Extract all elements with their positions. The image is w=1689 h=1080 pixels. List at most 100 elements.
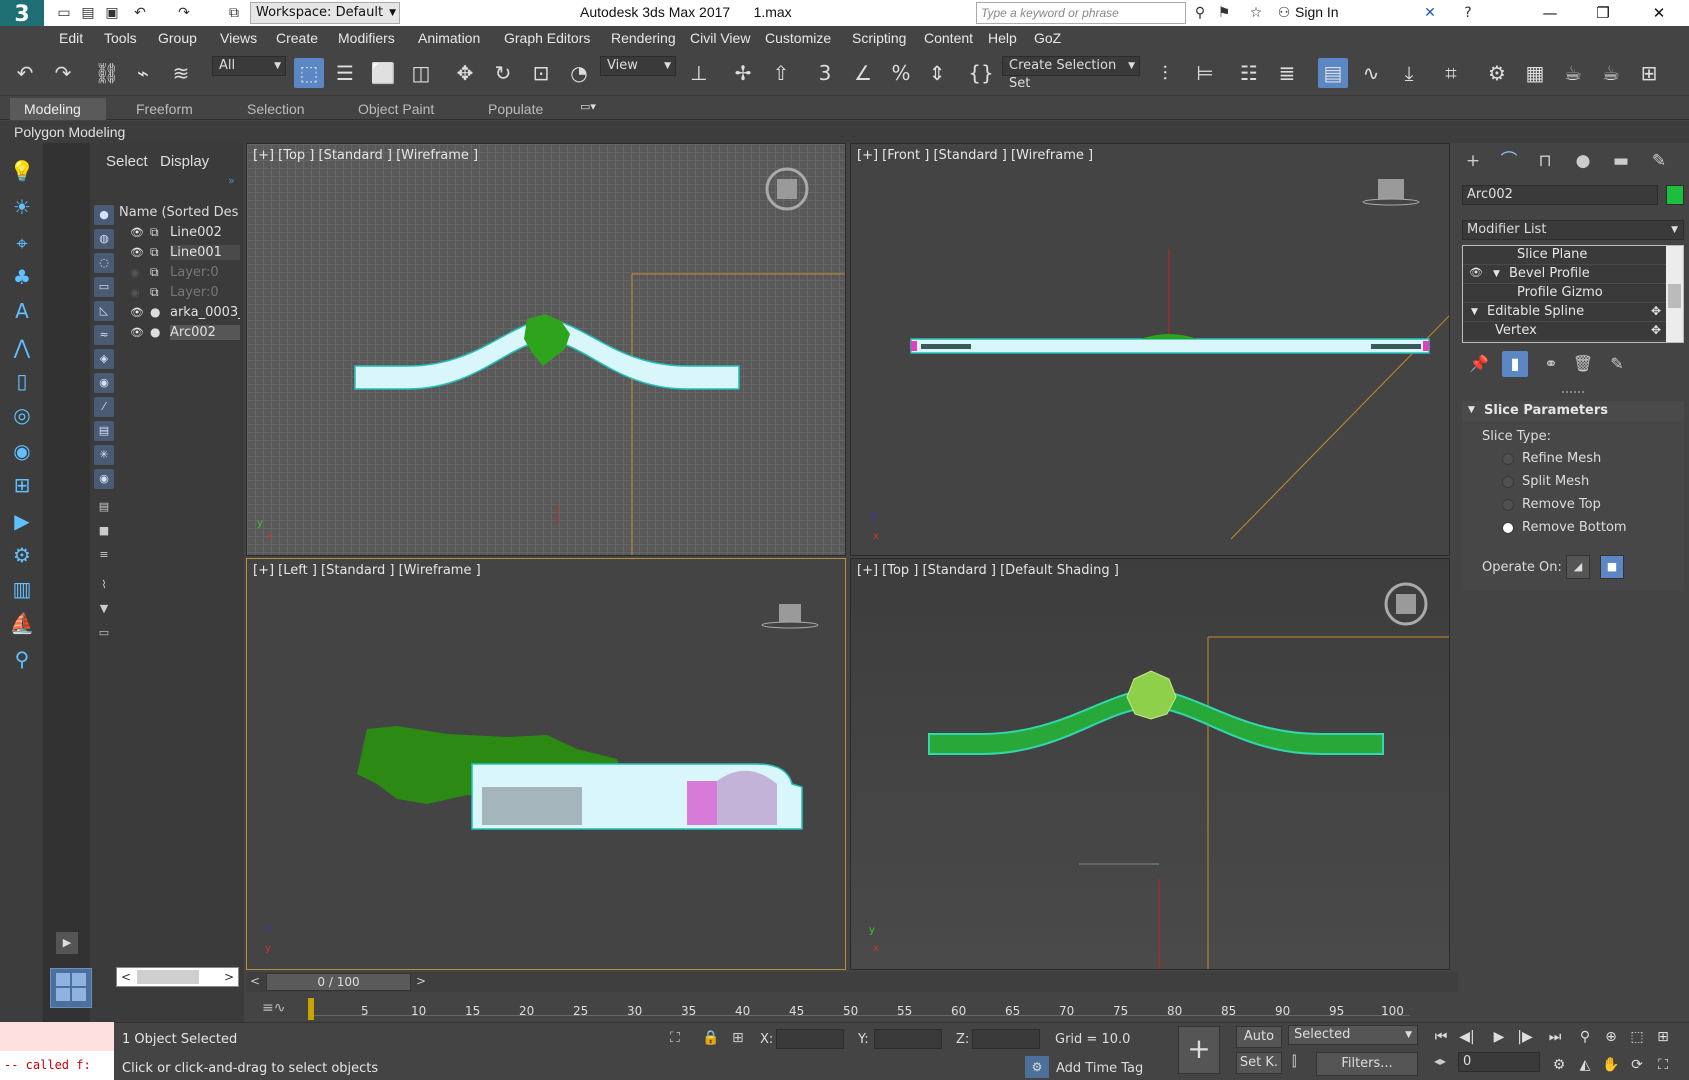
keyboard-shortcut-override-icon[interactable]: ⇧ [766,58,796,88]
favorites-star-icon[interactable]: ☆ [1246,4,1266,22]
scene-row[interactable]: ◉ ⧉ Layer:0 [116,284,240,303]
menu-modifiers[interactable]: Modifiers [338,30,395,46]
place-icon[interactable]: ◔ [564,58,594,88]
viewport-label[interactable]: [+] [Front ] [Standard ] [Wireframe ] [857,148,1093,163]
selection-lock-icon[interactable]: 🔒 [702,1030,719,1046]
ribbon-toggle-icon[interactable]: ▤ [1318,58,1348,88]
tab-object-paint[interactable]: Object Paint [344,98,448,120]
window-crossing-icon[interactable]: ◫ [406,58,436,88]
slice-parameters-rollout-header[interactable]: ▼ Slice Parameters [1462,401,1684,421]
object-color-swatch[interactable] [1666,185,1684,205]
time-slider[interactable]: 0 / 100 [266,973,411,991]
scene-row[interactable]: 👁 ● Arc002 [116,324,240,343]
menu-display[interactable]: Display [160,153,209,170]
select-manipulate-icon[interactable]: ✢ [728,58,758,88]
key-mode-select[interactable]: Selected ▼ [1288,1025,1418,1045]
visibility-eye-icon[interactable]: 👁 [130,326,144,339]
stack-item[interactable]: Profile Gizmo [1463,284,1667,303]
align-icon[interactable]: ⊨ [1190,58,1220,88]
menu-tools[interactable]: Tools [104,30,137,46]
pan-view-icon[interactable]: ✋ [1600,1054,1622,1076]
spacewarp-filter-icon[interactable]: ◈ [94,349,114,369]
brush-icon[interactable]: ⌇ [94,575,114,595]
torus-icon[interactable]: ◎ [5,399,39,431]
light-bulb-icon[interactable]: 💡 [5,155,39,187]
visibility-eye-icon[interactable]: 👁 [1469,266,1483,279]
create-tab-icon[interactable]: + [1458,149,1488,173]
text-icon[interactable]: A [5,295,39,327]
window-icon[interactable]: ▥ [5,573,39,605]
viewport-top-wireframe[interactable]: x y [+] [Top ] [Standard ] [Wireframe ] [246,143,846,556]
bone-filter-icon[interactable]: ⁄ [94,397,114,417]
operate-on-faces-icon[interactable]: ◢ [1566,555,1590,579]
hierarchy-tab-icon[interactable]: ⊓ [1530,149,1560,173]
restore-button[interactable]: ❐ [1580,0,1626,26]
field-of-view-icon[interactable]: ◭ [1574,1054,1596,1076]
viewport-label[interactable]: [+] [Left ] [Standard ] [Wireframe ] [253,563,481,578]
search-input[interactable]: Type a keyword or phrase [976,2,1186,24]
filter-icon[interactable]: ▼ [94,599,114,619]
pivot-center-icon[interactable]: ⊥ [684,58,714,88]
menu-goz[interactable]: GoZ [1034,30,1061,46]
menu-rendering[interactable]: Rendering [611,30,676,46]
layer-explorer-icon[interactable]: ≣ [1272,58,1302,88]
modify-tab-icon[interactable]: ⌒ [1494,149,1524,173]
stack-item[interactable]: 👁 ▼ Bevel Profile [1463,265,1667,284]
geometry-filter-icon[interactable]: ◍ [94,229,114,249]
remove-modifier-icon[interactable]: 🗑 [1570,351,1596,377]
expand-arrow-icon[interactable]: ▶ [56,932,78,954]
render-setup-icon[interactable]: ⚙ [1482,58,1512,88]
save-file-icon[interactable]: ▣ [102,4,122,22]
current-frame-input[interactable]: 0 [1458,1052,1540,1072]
select-rotate-icon[interactable]: ↻ [488,58,518,88]
viewport-layout-button[interactable] [50,968,92,1008]
scene-row[interactable]: 👁 ⧉ Line001 [116,244,240,263]
next-frame-icon[interactable]: |▶ [1514,1026,1536,1048]
select-object-icon[interactable]: ⬚ [294,58,324,88]
select-by-name-icon[interactable]: ☰ [330,58,360,88]
group-filter-icon[interactable]: ◉ [94,373,114,393]
pin-stack-icon[interactable]: 📌 [1466,351,1492,377]
viewport-top-shaded[interactable]: x y [+] [Top ] [Standard ] [Default Shad… [850,558,1450,970]
viewport-label[interactable]: [+] [Top ] [Standard ] [Wireframe ] [253,148,478,163]
set-key-button[interactable]: Set K. [1236,1052,1282,1074]
mini-curve-editor-icon[interactable]: ≡∿ [262,1000,285,1016]
viewport-label[interactable]: [+] [Top ] [Standard ] [Default Shading … [857,563,1119,578]
zoom-extents-all-icon[interactable]: ⊞ [1652,1026,1674,1048]
visibility-eye-icon[interactable]: 👁 [130,226,144,239]
auto-key-button[interactable]: Auto [1236,1026,1282,1048]
stack-item[interactable]: ▼ Editable Spline ✥ [1463,303,1667,322]
utilities-tab-icon[interactable]: ✎ [1644,149,1674,173]
scroll-thumb[interactable] [1668,284,1681,308]
tab-modeling[interactable]: Modeling [10,98,106,120]
visibility-filter-icon[interactable]: ◉ [94,469,114,489]
object-name-field[interactable]: Arc002 [1462,185,1658,205]
foliage-icon[interactable]: ⋀ [5,331,39,363]
shape-filter-icon[interactable]: ◺ [94,301,114,321]
time-tag-icon[interactable]: ⚙ [1025,1056,1049,1078]
light-filter-icon[interactable]: ◌ [94,253,114,273]
go-to-end-icon[interactable]: ⏭ [1544,1026,1566,1048]
menu-edit[interactable]: Edit [59,30,83,46]
schematic-view-icon[interactable]: ⤓ [1394,58,1424,88]
workspace-select[interactable]: Workspace: Default ▼ [250,2,400,24]
rollout-divider[interactable] [1562,391,1584,393]
visibility-eye-icon[interactable]: ◉ [130,266,140,279]
modifier-stack-scrollbar[interactable] [1666,246,1683,342]
zoom-icon[interactable]: ⚲ [1574,1026,1596,1048]
remove-bottom-radio[interactable] [1502,522,1514,534]
menu-create[interactable]: Create [276,30,318,46]
material-editor-icon[interactable]: ⌗ [1436,58,1466,88]
reference-coordinate-select[interactable]: View ▼ [600,56,676,76]
unlink-icon[interactable]: ⌁ [128,58,158,88]
add-time-tag[interactable]: Add Time Tag [1056,1061,1143,1076]
viewport-left-wireframe[interactable]: y z [+] [Left ] [Standard ] [Wireframe ] [246,558,846,970]
xref-filter-icon[interactable]: ✳ [94,445,114,465]
render-production-icon[interactable]: ☕ [1558,58,1588,88]
bind-space-warp-icon[interactable]: ≋ [166,58,196,88]
menu-content[interactable]: Content [924,30,973,46]
edit-named-selection-icon[interactable]: {} [966,58,996,88]
track-bar[interactable]: 5 10 15 20 25 30 35 40 45 50 55 60 65 70… [300,992,1458,1022]
orbit-icon[interactable]: ⟳ [1626,1054,1648,1076]
play-icon[interactable]: ▶ [1488,1026,1510,1048]
